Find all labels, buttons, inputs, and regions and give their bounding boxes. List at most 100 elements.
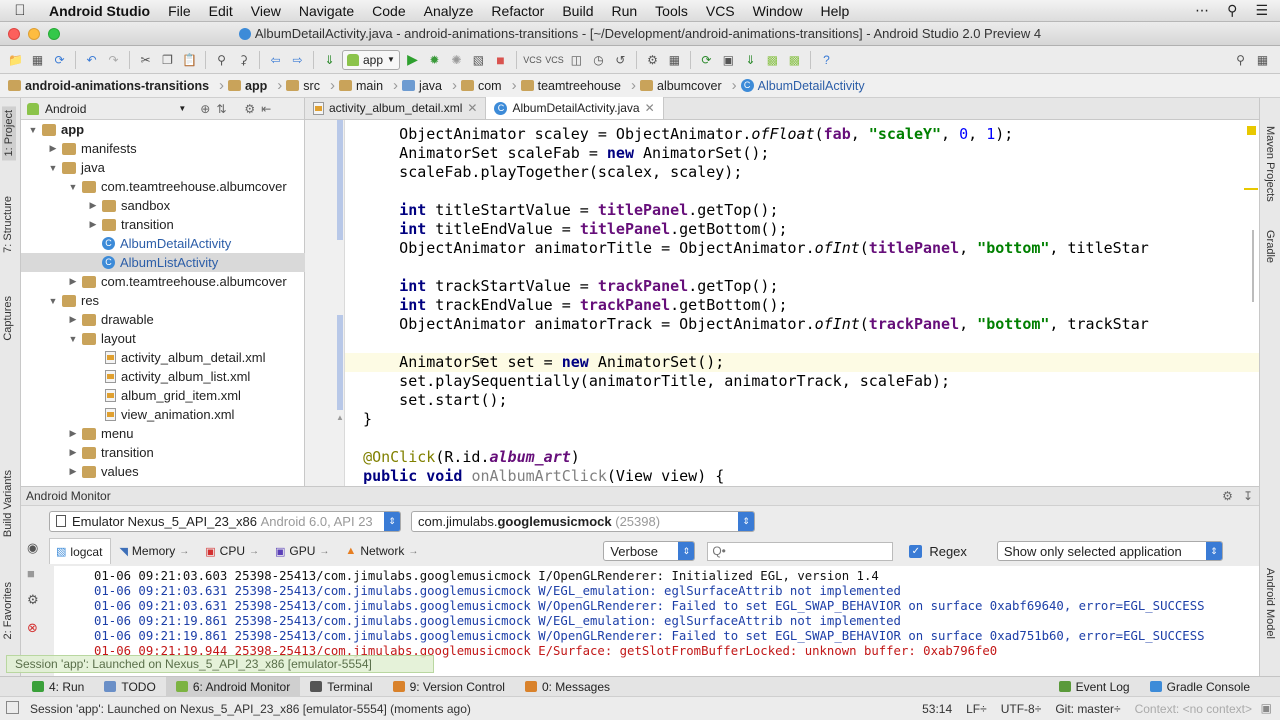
sidetab-gradle[interactable]: Gradle <box>1264 230 1276 263</box>
tree-node[interactable]: ▼ layout <box>21 329 305 348</box>
scroll-thumb[interactable] <box>1252 230 1254 302</box>
tree-node[interactable]: activity_album_list.xml <box>21 367 305 386</box>
tool-window-button[interactable]: 6: Android Monitor <box>165 676 301 697</box>
paste-icon[interactable]: 📋 <box>180 50 199 69</box>
layout-icon[interactable]: ▦ <box>1253 50 1272 69</box>
vcs-commit-icon[interactable]: VCS <box>545 50 564 69</box>
expanded-arrow-icon[interactable]: ▼ <box>67 334 79 344</box>
collapsed-arrow-icon[interactable]: ▶ <box>67 447 79 458</box>
menu-run[interactable]: Run <box>602 3 646 19</box>
expanded-arrow-icon[interactable]: ▼ <box>27 125 39 135</box>
sidetab-structure[interactable]: 7: Structure <box>2 196 14 253</box>
menu-tools[interactable]: Tools <box>646 3 697 19</box>
cut-icon[interactable]: ✂ <box>136 50 155 69</box>
breadcrumb-teamtreehouse[interactable]: teamtreehouse › <box>520 77 640 94</box>
breadcrumb-class[interactable]: C AlbumDetailActivity <box>740 79 869 93</box>
device-combo[interactable]: Emulator Nexus_5_API_23_x86 Android 6.0,… <box>49 510 401 532</box>
caret-position[interactable]: 53:14 <box>922 702 952 716</box>
tab-memory[interactable]: ◥ Memory → <box>113 538 197 564</box>
screenshot-icon[interactable]: ◉ <box>27 540 38 556</box>
stop-icon[interactable]: ■ <box>491 50 510 69</box>
help-icon[interactable]: ? <box>817 50 836 69</box>
record-icon[interactable]: ■ <box>27 566 35 581</box>
collapsed-arrow-icon[interactable]: ▶ <box>67 314 79 325</box>
replace-icon[interactable]: ⚳ <box>234 50 253 69</box>
sidetab-favorites[interactable]: 2: Favorites <box>2 582 14 639</box>
sidetab-captures[interactable]: Captures <box>2 296 14 341</box>
tree-node[interactable]: ▶ values <box>21 462 305 481</box>
menu-help[interactable]: Help <box>811 3 858 19</box>
breadcrumb-main[interactable]: main › <box>338 77 402 94</box>
save-all-icon[interactable]: ▦ <box>28 50 47 69</box>
expanded-arrow-icon[interactable]: ▼ <box>47 296 59 306</box>
sidetab-android-model[interactable]: Android Model <box>1264 568 1276 639</box>
warning-marker[interactable] <box>1244 188 1258 190</box>
undo-icon[interactable]: ↶ <box>82 50 101 69</box>
make-project-icon[interactable]: ⇓ <box>320 50 339 69</box>
android-device-icon[interactable]: ▩ <box>785 50 804 69</box>
tab-album-detail-activity-java[interactable]: C AlbumDetailActivity.java ✕ <box>486 97 664 119</box>
tree-node[interactable]: ▶ manifests <box>21 139 305 158</box>
tree-node[interactable]: ▶ transition <box>21 443 305 462</box>
menu-refactor[interactable]: Refactor <box>482 3 553 19</box>
status-toggle-icon[interactable] <box>6 701 19 714</box>
close-tab-icon[interactable]: ✕ <box>645 101 655 115</box>
menu-code[interactable]: Code <box>363 3 414 19</box>
collapsed-arrow-icon[interactable]: ▶ <box>87 219 99 230</box>
sidetab-maven-projects[interactable]: Maven Projects <box>1264 126 1276 202</box>
breadcrumb-app[interactable]: app › <box>228 77 286 94</box>
run-configuration-combo[interactable]: app ▼ <box>342 49 400 70</box>
editor-gutter[interactable]: ▲ <box>305 120 345 486</box>
coverage-icon[interactable]: ▧ <box>469 50 488 69</box>
find-icon[interactable]: ⚲ <box>212 50 231 69</box>
menu-android-studio[interactable]: Android Studio <box>40 3 159 19</box>
log-level-combo[interactable]: Verbose ⇕ <box>603 541 696 561</box>
sdk-manager-icon[interactable]: ⇓ <box>741 50 760 69</box>
code-editor[interactable]: ObjectAnimator scaley = ObjectAnimator.o… <box>345 120 1259 486</box>
tree-node[interactable]: ▶ transition <box>21 215 305 234</box>
collapsed-arrow-icon[interactable]: ▶ <box>67 466 79 477</box>
run-icon[interactable]: ▶ <box>403 50 422 69</box>
error-stripe[interactable] <box>1243 120 1259 486</box>
debug-icon[interactable]: ✹ <box>425 50 444 69</box>
menu-window[interactable]: Window <box>744 3 812 19</box>
tool-window-button[interactable]: TODO <box>94 677 165 697</box>
tab-cpu[interactable]: ▣ CPU → <box>199 538 267 564</box>
collapsed-arrow-icon[interactable]: ▶ <box>67 428 79 439</box>
collapsed-arrow-icon[interactable]: ▶ <box>47 143 59 154</box>
notification-list-icon[interactable]: ☰ <box>1255 2 1268 19</box>
log-search-input[interactable] <box>707 541 894 561</box>
menu-view[interactable]: View <box>242 3 290 19</box>
notification-balloon[interactable]: Session 'app': Launched on Nexus_5_API_2… <box>6 655 434 673</box>
process-combo[interactable]: com.jimulabs. googlemusicmock (25398) ⇕ <box>411 510 755 532</box>
close-tab-icon[interactable]: ✕ <box>467 101 477 115</box>
tab-activity-album-detail-xml[interactable]: activity_album_detail.xml ✕ <box>305 97 487 119</box>
tree-node[interactable]: ▶ com.teamtreehouse.albumcover <box>21 272 305 291</box>
tree-node[interactable]: album_grid_item.xml <box>21 386 305 405</box>
breadcrumb-com[interactable]: com › <box>460 77 521 94</box>
tree-node[interactable]: ▶ menu <box>21 424 305 443</box>
tree-node[interactable]: ▼ java <box>21 158 305 177</box>
tree-node[interactable]: ▼ res <box>21 291 305 310</box>
device-monitor-icon[interactable]: ▩ <box>763 50 782 69</box>
menu-navigate[interactable]: Navigate <box>290 3 363 19</box>
terminate-app-icon[interactable]: ⊗ <box>27 620 38 636</box>
tree-node[interactable]: ▼ com.teamtreehouse.albumcover <box>21 177 305 196</box>
git-branch[interactable]: Git: master÷ <box>1055 702 1120 716</box>
warning-marker[interactable] <box>1247 126 1256 135</box>
search-everywhere-icon[interactable]: ⚲ <box>1231 50 1250 69</box>
tree-node[interactable]: ▶ sandbox <box>21 196 305 215</box>
gradle-sync-icon[interactable]: ⟳ <box>697 50 716 69</box>
breadcrumb-src[interactable]: src › <box>286 77 339 94</box>
tab-network[interactable]: ▲ Network → <box>339 538 426 564</box>
tree-node[interactable]: C AlbumDetailActivity <box>21 234 305 253</box>
copy-icon[interactable]: ❐ <box>158 50 177 69</box>
collapsed-arrow-icon[interactable]: ▶ <box>67 276 79 287</box>
tree-node[interactable]: activity_album_detail.xml <box>21 348 305 367</box>
context-indicator[interactable]: Context: <no context> <box>1135 702 1252 716</box>
apple-icon[interactable]:  <box>0 2 40 19</box>
system-info-icon[interactable]: ⚙ <box>27 592 39 608</box>
vcs-revert-icon[interactable]: ↺ <box>611 50 630 69</box>
menu-analyze[interactable]: Analyze <box>415 3 483 19</box>
collapse-all-icon[interactable]: ⇅ <box>216 102 226 116</box>
